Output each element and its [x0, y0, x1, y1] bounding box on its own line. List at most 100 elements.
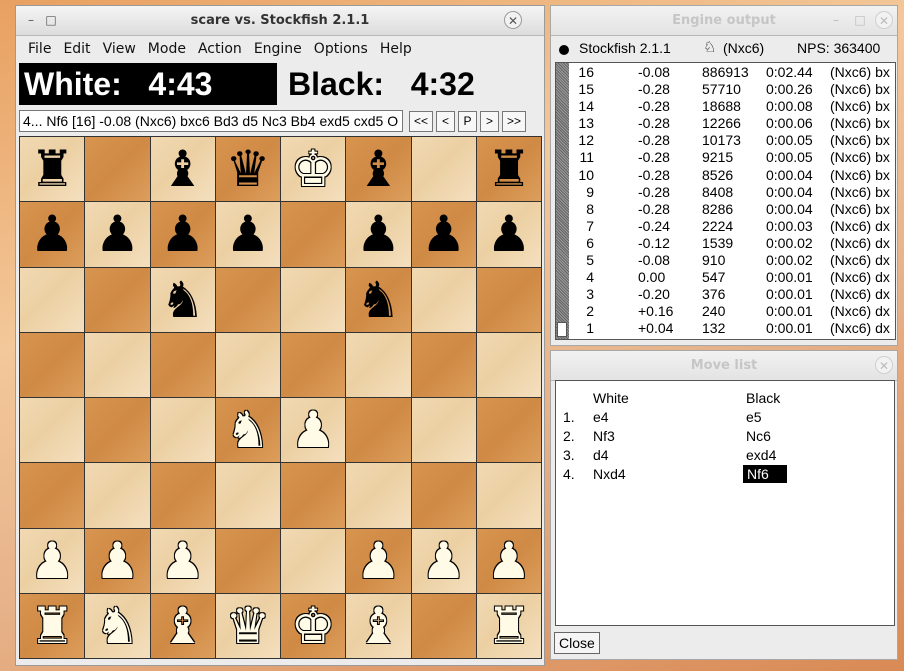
white-move[interactable]: Nf3 — [593, 427, 615, 445]
white-move[interactable]: d4 — [593, 446, 609, 464]
square-g1[interactable] — [411, 593, 476, 658]
black-clock[interactable]: Black: 4:32 — [285, 63, 535, 105]
square-f4[interactable] — [346, 398, 411, 463]
white-bishop-icon[interactable]: ♝ — [160, 601, 205, 651]
square-g4[interactable] — [411, 398, 476, 463]
square-f8[interactable]: ♝ — [346, 137, 411, 202]
black-pawn-icon[interactable]: ♟ — [486, 209, 531, 259]
pause-button[interactable]: P — [458, 111, 478, 132]
menu-view[interactable]: View — [97, 36, 142, 62]
forward-button[interactable]: > — [480, 111, 500, 132]
square-h5[interactable] — [476, 332, 541, 397]
scrollbar-thumb[interactable] — [557, 322, 567, 337]
move-list-titlebar[interactable]: Move list ✕ — [551, 351, 897, 381]
menu-file[interactable]: File — [22, 36, 57, 62]
square-b8[interactable] — [85, 137, 150, 202]
square-h3[interactable] — [476, 463, 541, 528]
engine-row[interactable]: 11 -0.28 9215 0:00.05 (Nxc6) bx — [570, 149, 895, 166]
square-c3[interactable] — [150, 463, 215, 528]
white-knight-icon[interactable]: ♞ — [95, 601, 140, 651]
maximize-icon[interactable]: □ — [42, 11, 60, 29]
black-knight-icon[interactable]: ♞ — [356, 275, 401, 325]
engine-row[interactable]: 8 -0.28 8286 0:00.04 (Nxc6) bx — [570, 201, 895, 218]
black-rook-icon[interactable]: ♜ — [30, 144, 75, 194]
close-icon[interactable]: ✕ — [875, 11, 893, 29]
black-pawn-icon[interactable]: ♟ — [95, 209, 140, 259]
square-e6[interactable] — [281, 267, 346, 332]
main-titlebar[interactable]: scare vs. Stockfish 2.1.1 – □ ✕ — [16, 6, 544, 36]
square-d5[interactable] — [215, 332, 280, 397]
close-button[interactable]: Close — [554, 632, 600, 654]
black-pawn-icon[interactable]: ♟ — [225, 209, 270, 259]
menu-mode[interactable]: Mode — [142, 36, 192, 62]
square-h6[interactable] — [476, 267, 541, 332]
black-knight-icon[interactable]: ♞ — [160, 275, 205, 325]
square-b2[interactable]: ♟ — [85, 528, 150, 593]
square-f1[interactable]: ♝ — [346, 593, 411, 658]
white-rook-icon[interactable]: ♜ — [486, 601, 531, 651]
engine-row[interactable]: 2 +0.16 240 0:00.01 (Nxc6) dx — [570, 303, 895, 320]
square-b7[interactable]: ♟ — [85, 202, 150, 267]
white-pawn-icon[interactable]: ♟ — [421, 536, 466, 586]
close-icon[interactable]: ✕ — [504, 11, 522, 29]
square-d2[interactable] — [215, 528, 280, 593]
square-a6[interactable] — [20, 267, 85, 332]
engine-row[interactable]: 6 -0.12 1539 0:00.02 (Nxc6) dx — [570, 235, 895, 252]
square-e1[interactable]: ♚ — [281, 593, 346, 658]
white-pawn-icon[interactable]: ♟ — [356, 536, 401, 586]
square-d8[interactable]: ♛ — [215, 137, 280, 202]
black-queen-icon[interactable]: ♛ — [225, 144, 270, 194]
white-pawn-icon[interactable]: ♟ — [486, 536, 531, 586]
square-f3[interactable] — [346, 463, 411, 528]
square-a1[interactable]: ♜ — [20, 593, 85, 658]
square-e5[interactable] — [281, 332, 346, 397]
white-knight-icon[interactable]: ♞ — [225, 405, 270, 455]
square-c7[interactable]: ♟ — [150, 202, 215, 267]
close-icon[interactable]: ✕ — [875, 356, 893, 374]
white-bishop-icon[interactable]: ♝ — [356, 601, 401, 651]
square-f6[interactable]: ♞ — [346, 267, 411, 332]
white-queen-icon[interactable]: ♛ — [225, 601, 270, 651]
engine-row[interactable]: 3 -0.20 376 0:00.01 (Nxc6) dx — [570, 286, 895, 303]
engine-output-list[interactable]: 16 -0.08 886913 0:02.44 (Nxc6) bx 15 -0.28 5771… — [555, 62, 896, 340]
black-bishop-icon[interactable]: ♝ — [356, 144, 401, 194]
white-pawn-icon[interactable]: ♟ — [95, 536, 140, 586]
white-move[interactable]: Nxd4 — [593, 465, 626, 483]
back-button[interactable]: < — [436, 111, 456, 132]
minimize-icon[interactable]: – — [22, 11, 40, 29]
engine-row[interactable]: 1 +0.04 132 0:00.01 (Nxc6) dx — [570, 320, 895, 337]
engine-row[interactable]: 13 -0.28 12266 0:00.06 (Nxc6) bx — [570, 115, 895, 132]
engine-row[interactable]: 5 -0.08 910 0:00.02 (Nxc6) dx — [570, 252, 895, 269]
square-h1[interactable]: ♜ — [476, 593, 541, 658]
square-e8[interactable]: ♚ — [281, 137, 346, 202]
black-move[interactable]: Nc6 — [746, 427, 771, 445]
square-d1[interactable]: ♛ — [215, 593, 280, 658]
square-c2[interactable]: ♟ — [150, 528, 215, 593]
menu-options[interactable]: Options — [308, 36, 374, 62]
black-move[interactable]: e5 — [746, 408, 762, 426]
engine-row[interactable]: 12 -0.28 10173 0:00.05 (Nxc6) bx — [570, 132, 895, 149]
square-f2[interactable]: ♟ — [346, 528, 411, 593]
black-pawn-icon[interactable]: ♟ — [30, 209, 75, 259]
square-b3[interactable] — [85, 463, 150, 528]
white-king-icon[interactable]: ♚ — [291, 144, 336, 194]
square-g8[interactable] — [411, 137, 476, 202]
first-move-button[interactable]: << — [409, 111, 434, 132]
white-pawn-icon[interactable]: ♟ — [160, 536, 205, 586]
engine-row[interactable]: 15 -0.28 57710 0:00.26 (Nxc6) bx — [570, 81, 895, 98]
menu-edit[interactable]: Edit — [57, 36, 96, 62]
square-f7[interactable]: ♟ — [346, 202, 411, 267]
square-d6[interactable] — [215, 267, 280, 332]
square-h4[interactable] — [476, 398, 541, 463]
menu-action[interactable]: Action — [192, 36, 248, 62]
square-c6[interactable]: ♞ — [150, 267, 215, 332]
engine-row[interactable]: 9 -0.28 8408 0:00.04 (Nxc6) bx — [570, 184, 895, 201]
square-b5[interactable] — [85, 332, 150, 397]
last-move-button[interactable]: >> — [502, 111, 527, 132]
square-d3[interactable] — [215, 463, 280, 528]
square-d7[interactable]: ♟ — [215, 202, 280, 267]
engine-row[interactable]: 16 -0.08 886913 0:02.44 (Nxc6) bx — [570, 64, 895, 81]
square-a3[interactable] — [20, 463, 85, 528]
menu-help[interactable]: Help — [374, 36, 418, 62]
square-a5[interactable] — [20, 332, 85, 397]
